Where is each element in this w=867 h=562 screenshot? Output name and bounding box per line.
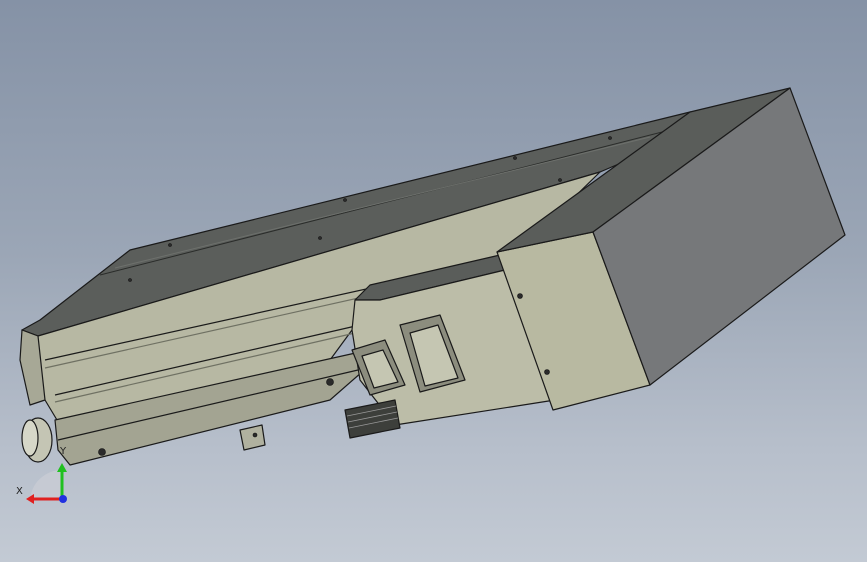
y-axis-arrow <box>57 463 67 472</box>
top-bolt <box>168 243 172 247</box>
top-bolt <box>318 236 322 240</box>
cad-viewport[interactable]: X Y <box>0 0 867 562</box>
y-axis-label: Y <box>60 446 67 457</box>
screw-hole <box>98 448 106 456</box>
top-bolt <box>558 178 562 182</box>
top-bolt <box>513 156 517 160</box>
axis-triad <box>26 463 67 504</box>
x-axis-arrow <box>26 494 34 504</box>
screw-hole <box>326 378 334 386</box>
triad-ground-arc <box>30 469 62 500</box>
top-bolt <box>343 198 347 202</box>
mount-tab <box>239 424 266 451</box>
linear-actuator-model[interactable] <box>0 0 867 562</box>
screw-hole <box>544 369 550 375</box>
top-bolt <box>128 278 132 282</box>
screw-hole <box>517 293 523 299</box>
x-axis-label: X <box>16 486 23 497</box>
screw-hole <box>252 432 258 438</box>
end-cylinder-face <box>21 419 39 457</box>
top-bolt <box>608 136 612 140</box>
z-axis-dot <box>59 495 67 503</box>
